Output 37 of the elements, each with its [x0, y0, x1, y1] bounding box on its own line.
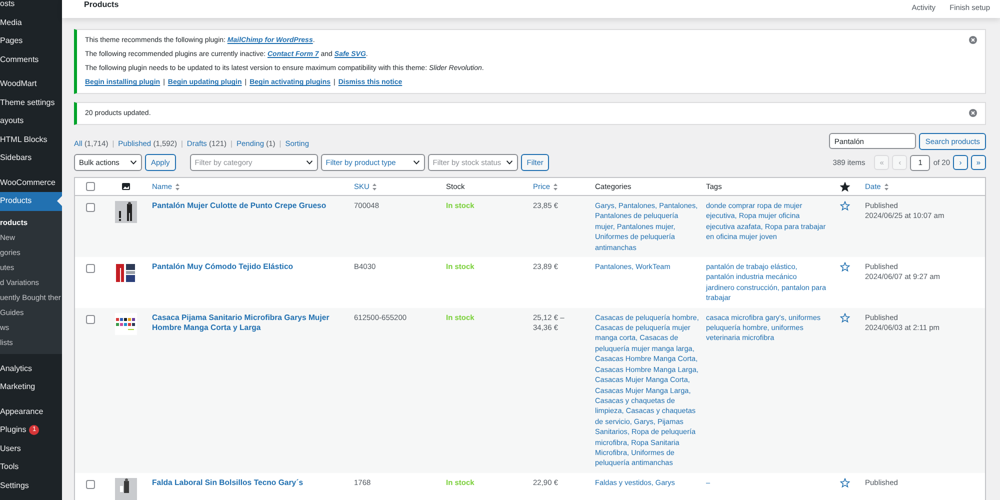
checkbox[interactable]: [86, 264, 94, 274]
menu-item[interactable]: Appearance: [0, 402, 62, 421]
menu-item[interactable]: HTML Blocks: [0, 130, 62, 149]
star-icon[interactable]: [840, 478, 850, 488]
image-icon: [122, 183, 130, 190]
chevron-down-icon: [412, 160, 420, 165]
menu-item[interactable]: Sidebars: [0, 149, 62, 168]
menu-item[interactable]: Marketing: [0, 378, 62, 396]
menu-item[interactable]: WoodMart: [0, 75, 62, 94]
checkbox[interactable]: [86, 182, 94, 191]
menu-item[interactable]: ayouts: [0, 112, 62, 130]
checkbox[interactable]: [86, 314, 94, 324]
menu-item[interactable]: WooCommerce: [0, 174, 62, 192]
checkbox[interactable]: [86, 480, 94, 489]
star-icon: [840, 182, 850, 192]
chevron-down-icon: [306, 160, 313, 165]
page-title: Products: [84, 0, 119, 9]
menu-item[interactable]: Users: [0, 440, 62, 458]
menu-item[interactable]: Tools: [0, 458, 62, 476]
sort-icon: [884, 182, 889, 190]
chevron-down-icon: [506, 160, 513, 165]
close-icon[interactable]: [969, 36, 977, 44]
menu-item[interactable]: Comments: [0, 50, 62, 69]
checkbox[interactable]: [86, 203, 94, 212]
star-icon[interactable]: [840, 201, 850, 211]
chevron-down-icon: [130, 160, 137, 165]
menu-item[interactable]: Theme settings: [0, 94, 62, 112]
menu-item[interactable]: Products: [0, 192, 62, 210]
menu-item[interactable]: Pages: [0, 32, 62, 50]
star-icon[interactable]: [840, 262, 850, 272]
menu-item[interactable]: osts: [0, 0, 62, 14]
close-icon[interactable]: [969, 109, 977, 117]
star-icon[interactable]: [840, 312, 850, 323]
pointer-icon: [57, 196, 62, 206]
menu-item[interactable]: Media: [0, 14, 62, 32]
menu-item[interactable]: Settings: [0, 476, 62, 495]
menu-item[interactable]: Analytics: [0, 360, 62, 378]
